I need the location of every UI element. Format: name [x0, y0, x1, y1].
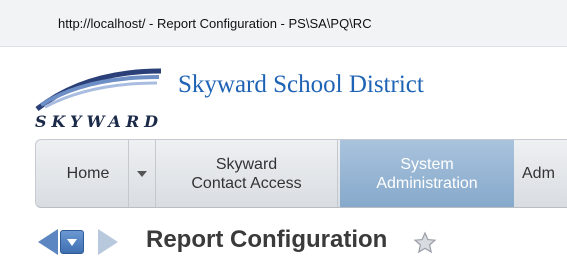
- menu-item-label: Skyward Contact Access: [191, 155, 302, 192]
- chevron-down-icon: [137, 170, 147, 177]
- district-name: Skyward School District: [178, 71, 424, 98]
- back-arrow-icon[interactable]: [38, 229, 58, 255]
- menu-item-system-administration[interactable]: System Administration: [340, 140, 514, 207]
- window-title: http://localhost/ - Report Configuration…: [58, 16, 372, 31]
- menu-item-label: Home: [66, 165, 110, 182]
- star-icon[interactable]: [413, 231, 437, 255]
- browser-window: http://localhost/ - Report Configuration…: [0, 0, 567, 274]
- menu-item-label: System Administration: [376, 155, 478, 192]
- page-title: Report Configuration: [146, 226, 388, 253]
- logo-swoosh-icon: [35, 68, 162, 111]
- skyward-logo[interactable]: SKYWARD: [35, 57, 165, 135]
- window-titlebar: http://localhost/ - Report Configuration…: [0, 0, 567, 47]
- site-header: SKYWARD Skyward School District: [0, 47, 567, 137]
- logo-wordmark: SKYWARD: [35, 112, 163, 131]
- menu-item-home[interactable]: Home: [48, 140, 128, 207]
- forward-arrow-icon[interactable]: [98, 229, 118, 255]
- menu-item-skyward-contact-access[interactable]: Skyward Contact Access: [156, 140, 338, 207]
- history-dropdown-icon[interactable]: [60, 230, 84, 254]
- main-menubar: Home Skyward Contact Access System Admin…: [35, 139, 567, 208]
- page-title-row: Report Configuration: [0, 208, 567, 274]
- home-dropdown-button[interactable]: [128, 140, 156, 207]
- menu-item-adm[interactable]: Adm: [516, 140, 567, 207]
- menu-item-label: Adm: [522, 165, 555, 182]
